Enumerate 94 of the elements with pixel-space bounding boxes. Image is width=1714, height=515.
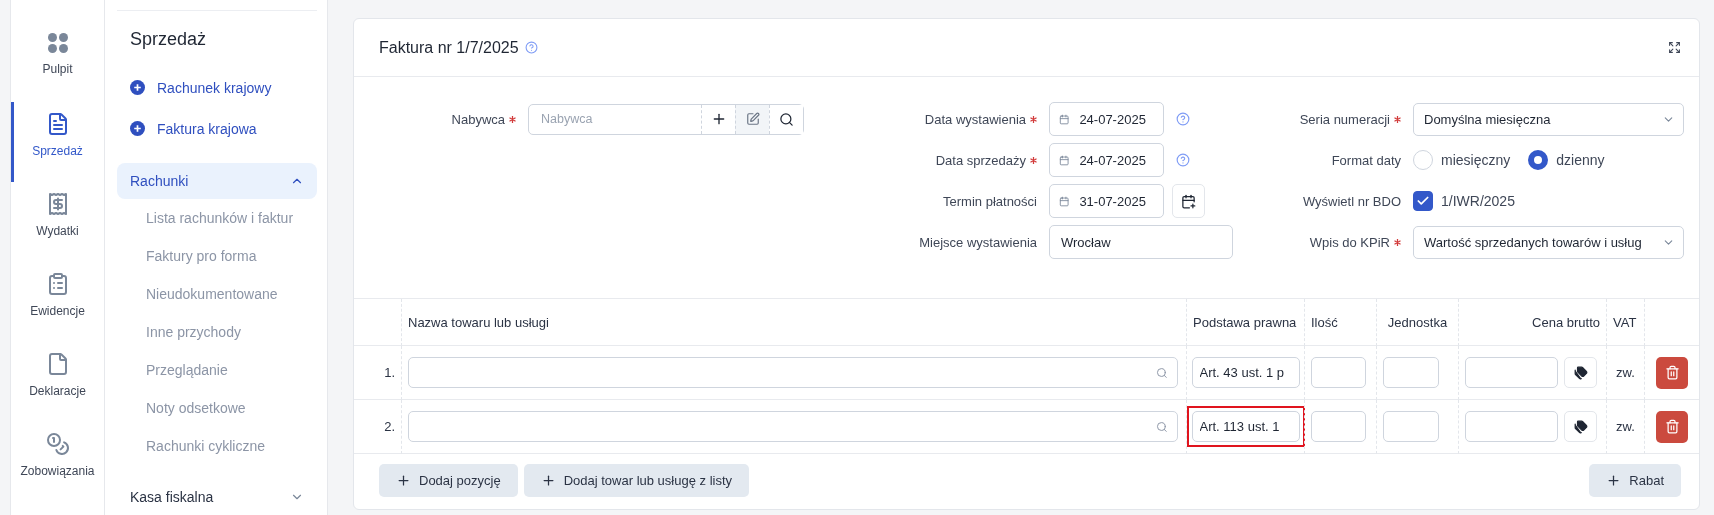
nav-rail-item[interactable]: Wydatki	[11, 182, 104, 262]
calendar-icon	[1059, 194, 1070, 208]
create-link[interactable]: Faktura krajowa	[130, 108, 317, 149]
field-label: Seria numeracji	[1299, 111, 1401, 127]
text-field[interactable]: Wrocław	[1049, 225, 1233, 259]
column-header: Cena brutto	[1532, 314, 1600, 330]
search-icon	[1156, 420, 1168, 433]
sidebar-group[interactable]: Rachunki	[117, 163, 317, 199]
product-name-field[interactable]	[408, 357, 1178, 388]
field-label: Termin płatności	[943, 193, 1037, 209]
field-label: Data sprzedaży	[935, 152, 1037, 168]
nav-rail-item[interactable]: Pulpit	[11, 22, 104, 102]
buyer-field[interactable]: Nabywca	[528, 103, 804, 135]
plus-icon	[396, 473, 411, 488]
plus-circle-icon	[130, 121, 145, 136]
create-link[interactable]: Rachunek krajowy	[130, 67, 317, 108]
required-icon	[1394, 115, 1401, 123]
sidebar-group[interactable]: Kasa fiskalna	[117, 479, 317, 515]
row-number: 2.	[384, 419, 395, 434]
legal-basis-field[interactable]: Art. 43 ust. 1 p	[1191, 357, 1300, 388]
invoice-title: Faktura nr 1/7/2025	[379, 38, 519, 57]
tags-icon	[1573, 365, 1588, 380]
delete-button[interactable]	[1656, 410, 1688, 443]
plus-circle-icon	[130, 80, 145, 95]
help-icon[interactable]	[1176, 112, 1190, 126]
date-input[interactable]: 31-07-2025	[1077, 192, 1154, 210]
tags-button[interactable]	[1564, 357, 1597, 388]
radio-option[interactable]: dzienny	[1528, 150, 1605, 170]
required-icon	[1030, 115, 1037, 123]
field-label: Nabywca	[451, 111, 516, 127]
nav-rail-item[interactable]: Ewidencje	[11, 262, 104, 342]
trash-icon	[1664, 419, 1680, 434]
add-button[interactable]: Dodaj towar lub usługę z listy	[523, 464, 749, 497]
field-label: Wpis do KPiR	[1309, 234, 1401, 250]
date-input[interactable]: 24-07-2025	[1077, 110, 1154, 128]
required-icon	[1030, 156, 1037, 164]
date-field[interactable]: 31-07-2025	[1049, 184, 1164, 218]
help-icon[interactable]	[524, 41, 538, 54]
dots-grid-icon	[46, 32, 69, 54]
add-button[interactable]: Dodaj pozycję	[379, 464, 518, 497]
field-label: Format daty	[1331, 152, 1401, 168]
date-input[interactable]: 24-07-2025	[1077, 151, 1154, 169]
date-field[interactable]: 24-07-2025	[1049, 102, 1164, 136]
column-header: Jednostka	[1387, 314, 1448, 330]
search-button[interactable]	[769, 104, 803, 134]
date-field[interactable]: 24-07-2025	[1049, 143, 1164, 177]
calendar-icon	[1059, 153, 1070, 167]
search-icon	[779, 111, 794, 127]
nav-rail-item[interactable]: Sprzedaż	[11, 102, 104, 182]
text-input[interactable]: Wrocław	[1059, 233, 1223, 251]
unit-field[interactable]	[1383, 357, 1439, 388]
bdo-number: 1/IWR/2025	[1441, 193, 1515, 209]
trash-icon	[1664, 365, 1680, 380]
radio-option[interactable]: miesięczny	[1413, 150, 1511, 170]
expand-icon[interactable]	[1668, 41, 1681, 54]
plus-icon	[1606, 473, 1622, 488]
column-header: Nazwa towaru lub usługi	[408, 314, 549, 330]
calendar-icon	[1059, 112, 1070, 126]
quantity-field[interactable]	[1311, 411, 1366, 442]
product-name-field[interactable]	[408, 411, 1178, 442]
nav-rail-item[interactable]: Zobowiązania	[11, 422, 104, 502]
coins-icon	[45, 432, 70, 456]
legal-basis-field[interactable]: Art. 113 ust. 1	[1191, 411, 1300, 442]
row-number: 1.	[384, 365, 395, 380]
select-field[interactable]: Domyślna miesięczna	[1413, 102, 1684, 136]
checkbox[interactable]	[1413, 191, 1433, 211]
edit-icon	[745, 112, 760, 126]
price-field[interactable]	[1465, 411, 1558, 442]
discount-button[interactable]: Rabat	[1589, 464, 1681, 497]
calendar-plus-icon	[1181, 193, 1196, 209]
tags-icon	[1573, 419, 1588, 434]
required-icon	[1394, 238, 1401, 246]
calendar-add-button[interactable]	[1172, 184, 1205, 218]
quantity-field[interactable]	[1311, 357, 1366, 388]
vat-rate: zw.	[1616, 419, 1635, 434]
section-title: Sprzedaż	[130, 29, 208, 50]
price-field[interactable]	[1465, 357, 1558, 388]
help-icon[interactable]	[1176, 153, 1190, 167]
tags-button[interactable]	[1564, 411, 1597, 442]
nav-rail-item[interactable]: Deklaracje	[11, 342, 104, 422]
select-field[interactable]: Wartość sprzedanych towarów i usług	[1413, 225, 1684, 259]
field-label: Wyświetl nr BDO	[1302, 193, 1401, 209]
field-label: Data wystawienia	[924, 111, 1037, 127]
vat-rate: zw.	[1616, 365, 1635, 380]
field-label: Miejsce wystawienia	[919, 234, 1037, 250]
search-icon	[1156, 366, 1168, 379]
plus-icon	[540, 473, 556, 488]
column-header: Ilość	[1311, 314, 1338, 330]
delete-button[interactable]	[1656, 356, 1688, 389]
check-icon	[1416, 194, 1430, 208]
column-header: VAT	[1613, 314, 1637, 330]
required-icon	[509, 115, 516, 123]
column-header: Podstawa prawna	[1193, 314, 1297, 330]
unit-field[interactable]	[1383, 411, 1439, 442]
